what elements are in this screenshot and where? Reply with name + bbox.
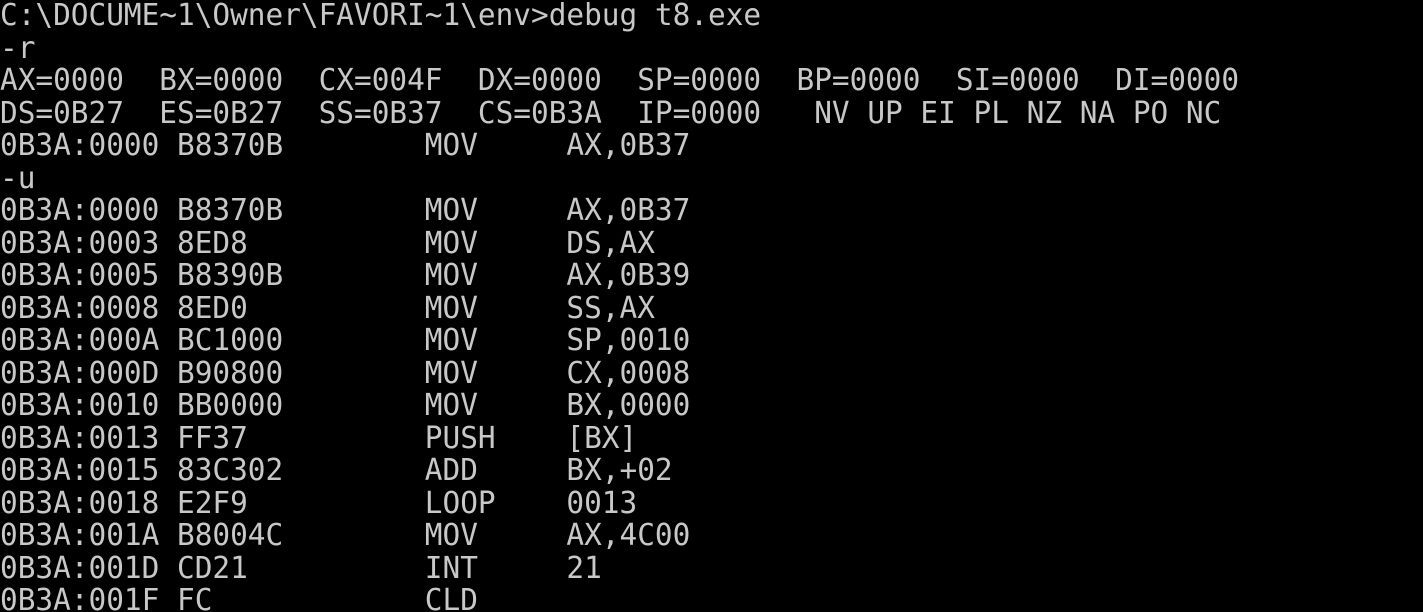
debug-console[interactable]: C:\DOCUME~1\Owner\FAVORI~1\env>debug t8.…	[0, 0, 1423, 612]
disassembly-line: 0B3A:0000 B8370B MOV AX,0B37	[0, 193, 691, 228]
disassembly-line: 0B3A:0013 FF37 PUSH [BX]	[0, 420, 638, 456]
current-instruction-line: 0B3A:0000 B8370B MOV AX,0B37	[0, 128, 691, 163]
disassembly-line: 0B3A:0015 83C302 ADD BX,+02	[0, 453, 673, 488]
disassembly-line: 0B3A:001A B8004C MOV AX,4C00	[0, 518, 691, 553]
disassembly-line: 0B3A:000D B90800 MOV CX,0008	[0, 355, 691, 391]
unassemble-command-line: -u	[0, 160, 36, 196]
prompt-command-line: C:\DOCUME~1\Owner\FAVORI~1\env>debug t8.…	[0, 0, 762, 33]
disassembly-line: 0B3A:0010 BB0000 MOV BX,0000	[0, 388, 691, 423]
disassembly-line: 0B3A:0005 B8390B MOV AX,0B39	[0, 258, 691, 293]
disassembly-line: 0B3A:001F FC CLD	[0, 583, 478, 612]
disassembly-line: 0B3A:001D CD21 INT 21	[0, 550, 602, 586]
disassembly-line: 0B3A:0003 8ED8 MOV DS,AX	[0, 225, 655, 261]
disassembly-line: 0B3A:0008 8ED0 MOV SS,AX	[0, 290, 655, 326]
register-command-line: -r	[0, 30, 36, 66]
registers-general-line: AX=0000 BX=0000 CX=004F DX=0000 SP=0000 …	[0, 63, 1240, 98]
disassembly-line: 0B3A:000A BC1000 MOV SP,0010	[0, 323, 691, 358]
disassembly-line: 0B3A:0018 E2F9 LOOP 0013	[0, 485, 638, 521]
registers-segment-flags-line: DS=0B27 ES=0B27 SS=0B37 CS=0B3A IP=0000 …	[0, 95, 1222, 131]
